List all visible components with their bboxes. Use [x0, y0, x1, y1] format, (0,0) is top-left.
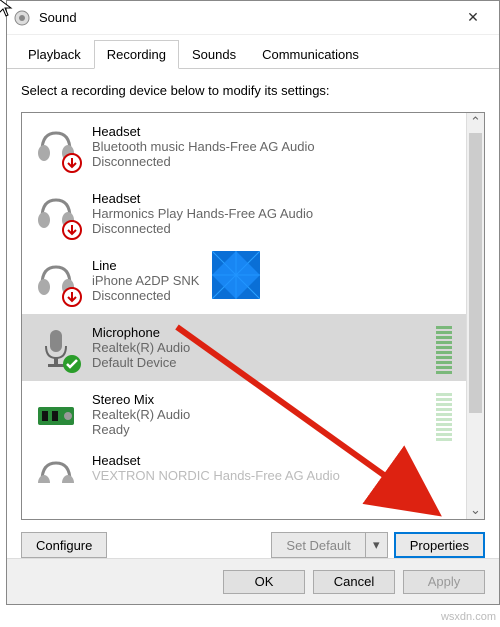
button-label: Cancel [334, 574, 374, 589]
close-button[interactable]: ✕ [453, 4, 493, 32]
device-name: Headset [92, 124, 456, 139]
headset-icon [32, 453, 80, 483]
tab-content: Select a recording device below to modif… [7, 69, 499, 572]
device-name: Microphone [92, 325, 424, 340]
device-status: Disconnected [92, 154, 456, 169]
scroll-thumb[interactable] [469, 133, 482, 413]
device-item-stereomix[interactable]: Stereo Mix Realtek(R) Audio Ready [22, 381, 466, 448]
device-text: Headset Bluetooth music Hands-Free AG Au… [92, 124, 456, 169]
device-name: Stereo Mix [92, 392, 424, 407]
chevron-up-icon: ⌃ [470, 114, 481, 130]
device-description: iPhone A2DP SNK [92, 273, 456, 288]
set-default-dropdown[interactable]: ▾ [366, 532, 388, 558]
device-description: Realtek(R) Audio [92, 340, 424, 355]
sound-icon [13, 9, 31, 27]
button-label: OK [255, 574, 274, 589]
down-arrow-badge-icon [62, 220, 82, 240]
tab-label: Playback [28, 47, 81, 62]
device-description: Realtek(R) Audio [92, 407, 424, 422]
device-status: Ready [92, 422, 424, 437]
scroll-down-button[interactable]: ⌄ [467, 501, 484, 519]
soundcard-icon [32, 391, 80, 439]
ok-button[interactable]: OK [223, 570, 305, 594]
button-label: Apply [428, 574, 461, 589]
cursor-icon [0, 0, 14, 21]
scroll-track[interactable] [467, 131, 484, 501]
device-list-container: Headset Bluetooth music Hands-Free AG Au… [21, 112, 485, 520]
instruction-text: Select a recording device below to modif… [21, 83, 485, 98]
device-name: Headset [92, 191, 456, 206]
level-meter [436, 389, 452, 441]
device-item-microphone[interactable]: Microphone Realtek(R) Audio Default Devi… [22, 314, 466, 381]
sound-dialog: Sound ✕ Playback Recording Sounds Commun… [6, 0, 500, 605]
device-name: Headset [92, 453, 456, 468]
titlebar: Sound ✕ [7, 1, 499, 35]
headset-icon [32, 190, 80, 238]
device-text: Line iPhone A2DP SNK Disconnected [92, 258, 456, 303]
button-label: Properties [410, 538, 469, 553]
device-item-headset[interactable]: Headset Harmonics Play Hands-Free AG Aud… [22, 180, 466, 247]
device-status: Disconnected [92, 288, 456, 303]
down-arrow-badge-icon [62, 287, 82, 307]
device-item-headset[interactable]: Headset VEXTRON NORDIC Hands-Free AG Aud… [22, 448, 466, 488]
level-meter [436, 322, 452, 374]
device-item-line[interactable]: Line iPhone A2DP SNK Disconnected [22, 247, 466, 314]
properties-button[interactable]: Properties [394, 532, 485, 558]
chevron-down-icon: ▾ [373, 537, 380, 553]
tab-playback[interactable]: Playback [15, 40, 94, 69]
button-label: Configure [36, 538, 92, 553]
tab-label: Recording [107, 47, 166, 62]
chevron-down-icon: ⌄ [470, 502, 481, 518]
watermark: wsxdn.com [441, 611, 496, 623]
device-text: Headset VEXTRON NORDIC Hands-Free AG Aud… [92, 453, 456, 483]
down-arrow-badge-icon [62, 153, 82, 173]
action-row: Configure Set Default ▾ Properties [21, 532, 485, 558]
scroll-up-button[interactable]: ⌃ [467, 113, 484, 131]
close-icon: ✕ [467, 9, 479, 26]
apply-button[interactable]: Apply [403, 570, 485, 594]
device-text: Stereo Mix Realtek(R) Audio Ready [92, 392, 424, 437]
scrollbar[interactable]: ⌃ ⌄ [466, 113, 484, 519]
check-badge-icon [62, 354, 82, 374]
device-status: Disconnected [92, 221, 456, 236]
dialog-button-row: OK Cancel Apply [7, 558, 499, 604]
device-description: Bluetooth music Hands-Free AG Audio [92, 139, 456, 154]
blue-overlay-icon [212, 251, 260, 299]
device-text: Microphone Realtek(R) Audio Default Devi… [92, 325, 424, 370]
device-description: Harmonics Play Hands-Free AG Audio [92, 206, 456, 221]
microphone-icon [32, 324, 80, 372]
cancel-button[interactable]: Cancel [313, 570, 395, 594]
configure-button[interactable]: Configure [21, 532, 107, 558]
tab-label: Sounds [192, 47, 236, 62]
device-description: VEXTRON NORDIC Hands-Free AG Audio [92, 468, 456, 483]
device-name: Line [92, 258, 456, 273]
headset-icon [32, 123, 80, 171]
tab-bar: Playback Recording Sounds Communications [7, 35, 499, 69]
tab-communications[interactable]: Communications [249, 40, 372, 69]
tab-label: Communications [262, 47, 359, 62]
device-list[interactable]: Headset Bluetooth music Hands-Free AG Au… [22, 113, 466, 519]
window-title: Sound [39, 10, 453, 25]
set-default-button[interactable]: Set Default [271, 532, 365, 558]
tab-sounds[interactable]: Sounds [179, 40, 249, 69]
button-label: Set Default [286, 538, 350, 553]
device-status: Default Device [92, 355, 424, 370]
device-text: Headset Harmonics Play Hands-Free AG Aud… [92, 191, 456, 236]
headset-icon [32, 257, 80, 305]
tab-recording[interactable]: Recording [94, 40, 179, 69]
device-item-headset[interactable]: Headset Bluetooth music Hands-Free AG Au… [22, 113, 466, 180]
